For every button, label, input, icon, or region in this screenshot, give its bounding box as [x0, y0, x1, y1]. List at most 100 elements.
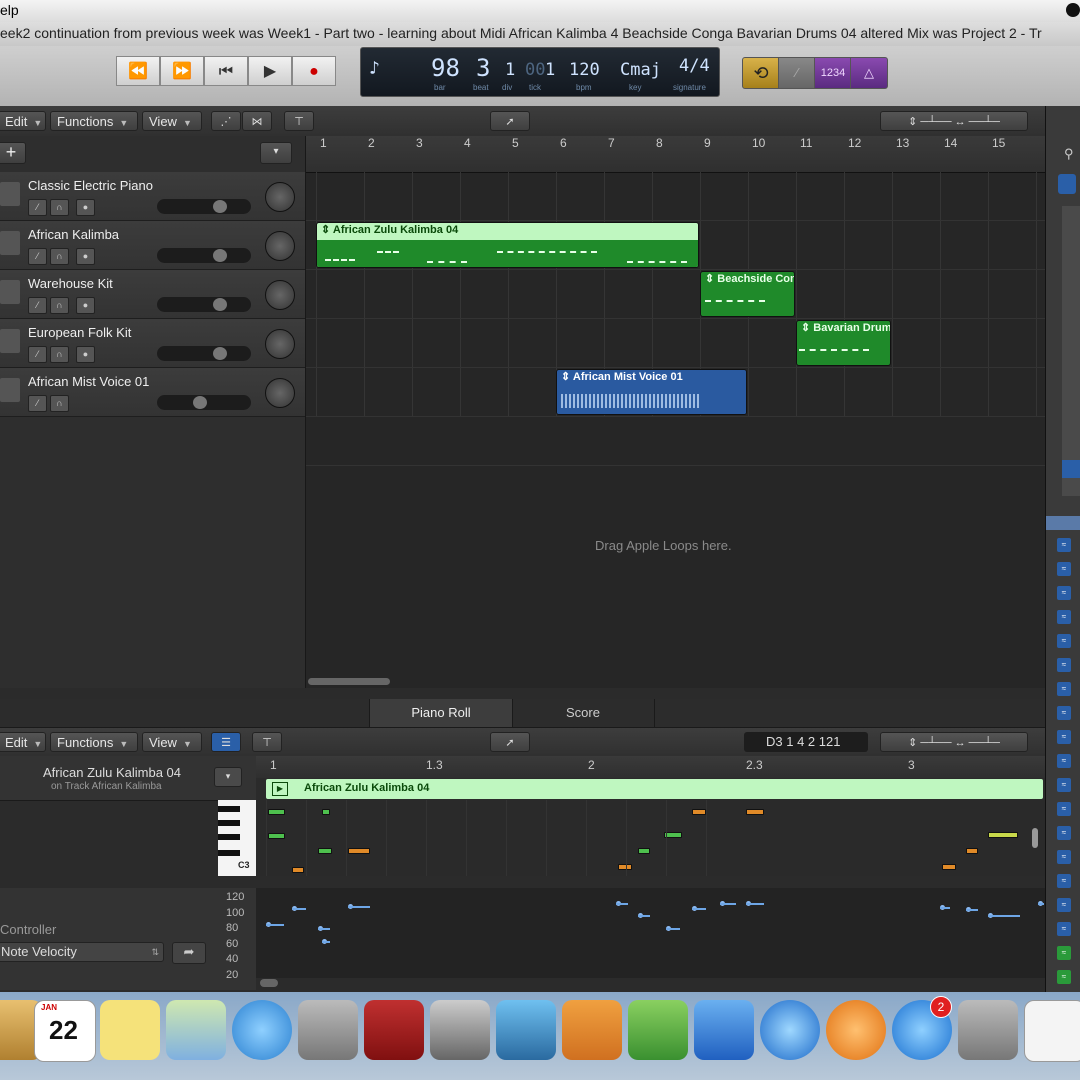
app-store-icon[interactable]: 2	[892, 996, 952, 1060]
loop-type-icon[interactable]: ≈	[1057, 970, 1071, 984]
loop-type-icon[interactable]: ≈	[1057, 850, 1071, 864]
count-in-button[interactable]: 1234	[814, 57, 852, 89]
midi-note[interactable]	[966, 848, 978, 854]
tab-score[interactable]: Score	[512, 699, 655, 727]
tab-piano-roll[interactable]: Piano Roll	[369, 699, 513, 727]
midi-note[interactable]	[318, 848, 332, 854]
fast-forward-button[interactable]: ⏩	[160, 56, 204, 86]
arrange-region[interactable]: ⇕ Beachside Con	[700, 271, 795, 317]
play-region-icon[interactable]: ▶	[272, 782, 288, 796]
maps-icon[interactable]	[166, 1000, 226, 1060]
volume-slider[interactable]	[157, 199, 251, 214]
edit-menu[interactable]: Edit ▼	[0, 111, 46, 131]
midi-note[interactable]	[322, 809, 330, 815]
iphoto-icon[interactable]	[496, 1000, 556, 1060]
side-selected[interactable]	[1062, 460, 1080, 478]
ruler[interactable]: 1 2 3 4 5 6 7 8 9 10 11 12 13 14 15	[306, 136, 1045, 173]
catch-playhead-button[interactable]: ⋰	[211, 111, 241, 131]
search-icon[interactable]: ⚲	[1064, 146, 1074, 162]
track-header[interactable]: Warehouse Kit ⁄ ∩ ●	[0, 270, 305, 319]
inspector-options-button[interactable]: ▾	[214, 767, 242, 787]
loop-type-icon[interactable]: ≈	[1057, 586, 1071, 600]
slider-thumb[interactable]	[213, 249, 227, 262]
loop-type-icon[interactable]: ≈	[1057, 874, 1071, 888]
pan-knob[interactable]	[265, 182, 295, 212]
midi-note[interactable]	[618, 864, 632, 870]
pointer-tool-menu[interactable]: ➚	[490, 111, 530, 131]
loop-type-icon[interactable]: ≈	[1057, 562, 1071, 576]
editor-functions-menu[interactable]: Functions ▼	[50, 732, 138, 752]
metronome-button[interactable]: △	[850, 57, 888, 89]
slider-thumb[interactable]	[193, 396, 207, 409]
tuner-button[interactable]: ⁄	[778, 57, 816, 89]
mute-button[interactable]: ⁄	[28, 199, 47, 216]
editor-snap-button[interactable]: ⊤	[252, 732, 282, 752]
track-name[interactable]: Classic Electric Piano	[28, 178, 153, 193]
track-options-button[interactable]: ▾	[260, 142, 292, 164]
record-enable-button[interactable]: ●	[76, 248, 95, 265]
midi-note[interactable]	[692, 809, 706, 815]
mute-button[interactable]: ⁄	[28, 248, 47, 265]
loop-type-icon[interactable]: ≈	[1057, 802, 1071, 816]
solo-button[interactable]: ∩	[50, 346, 69, 363]
menu-extra-icon[interactable]	[1066, 3, 1080, 17]
record-enable-button[interactable]: ●	[76, 199, 95, 216]
pan-knob[interactable]	[265, 280, 295, 310]
track-header[interactable]: European Folk Kit ⁄ ∩ ●	[0, 319, 305, 368]
solo-button[interactable]: ∩	[50, 248, 69, 265]
logic-pro-icon[interactable]	[430, 1000, 490, 1060]
vertical-zoom[interactable]: ⇕ ─┴── ↔ ──┴─	[880, 111, 1028, 131]
arrange-area[interactable]: 1 2 3 4 5 6 7 8 9 10 11 12 13 14 15 ⇕ African Zulu Kal…	[306, 136, 1045, 688]
lcd-display[interactable]: ♪ 98 3 1 00 1 120 Cmaj 4/4 bar beat div …	[360, 47, 720, 97]
go-to-start-button[interactable]: ⏮	[204, 56, 248, 86]
loop-type-icon[interactable]: ≈	[1057, 658, 1071, 672]
mute-button[interactable]: ⁄	[28, 346, 47, 363]
loop-type-icon[interactable]: ≈	[1057, 946, 1071, 960]
midi-note[interactable]	[292, 867, 304, 873]
loop-type-icon[interactable]: ≈	[1057, 826, 1071, 840]
loop-type-icon[interactable]: ≈	[1057, 634, 1071, 648]
black-key[interactable]	[218, 806, 240, 812]
vertical-scrollbar[interactable]	[1032, 828, 1038, 848]
midi-note[interactable]	[638, 848, 650, 854]
slider-thumb[interactable]	[213, 298, 227, 311]
mute-button[interactable]: ⁄	[28, 395, 47, 412]
slider-thumb[interactable]	[213, 200, 227, 213]
loop-type-icon[interactable]: ≈	[1057, 538, 1071, 552]
facetime-icon[interactable]	[298, 1000, 358, 1060]
editor-ruler[interactable]: 1 1.3 2 2.3 3	[256, 756, 1045, 778]
stickies-icon[interactable]	[100, 1000, 160, 1060]
loop-type-icon[interactable]: ≈	[1057, 778, 1071, 792]
loop-type-icon[interactable]: ≈	[1057, 898, 1071, 912]
arrange-region[interactable]: ⇕ African Mist Voice 01	[556, 369, 747, 415]
messages-icon[interactable]	[232, 1000, 292, 1060]
rewind-button[interactable]: ⏪	[116, 56, 160, 86]
track-name[interactable]: African Mist Voice 01	[28, 374, 149, 389]
menu-help[interactable]: elp	[0, 2, 19, 18]
loop-type-icon[interactable]: ≈	[1057, 682, 1071, 696]
arrange-region[interactable]: ⇕ Bavarian Drum	[796, 320, 891, 366]
numbers-icon[interactable]	[628, 1000, 688, 1060]
midi-note[interactable]	[942, 864, 956, 870]
editor-pointer-tool[interactable]: ➚	[490, 732, 530, 752]
loop-type-icon[interactable]: ≈	[1057, 610, 1071, 624]
note-grid[interactable]	[256, 800, 1045, 876]
track-header[interactable]: African Kalimba ⁄ ∩ ●	[0, 221, 305, 270]
controller-select[interactable]: Note Velocity ⇅	[0, 942, 164, 962]
keynote-icon[interactable]	[694, 1000, 754, 1060]
track-name[interactable]: Warehouse Kit	[28, 276, 113, 291]
editor-h-scroll[interactable]	[260, 979, 278, 987]
editor-zoom[interactable]: ⇕ ─┴── ↔ ──┴─	[880, 732, 1028, 752]
arrange-region[interactable]: ⇕ African Zulu Kalimba 04	[316, 222, 699, 268]
record-button[interactable]: ●	[292, 56, 336, 86]
cycle-button[interactable]: ⟲	[742, 57, 780, 89]
midi-note[interactable]	[988, 832, 1018, 838]
midi-note[interactable]	[268, 833, 285, 839]
black-key[interactable]	[218, 834, 240, 840]
grid-view-icon[interactable]	[1058, 174, 1076, 194]
pan-knob[interactable]	[265, 231, 295, 261]
piano-keyboard[interactable]: C3	[218, 800, 256, 876]
record-enable-button[interactable]: ●	[76, 297, 95, 314]
track-name[interactable]: European Folk Kit	[28, 325, 131, 340]
textedit-icon[interactable]	[1024, 1000, 1080, 1062]
